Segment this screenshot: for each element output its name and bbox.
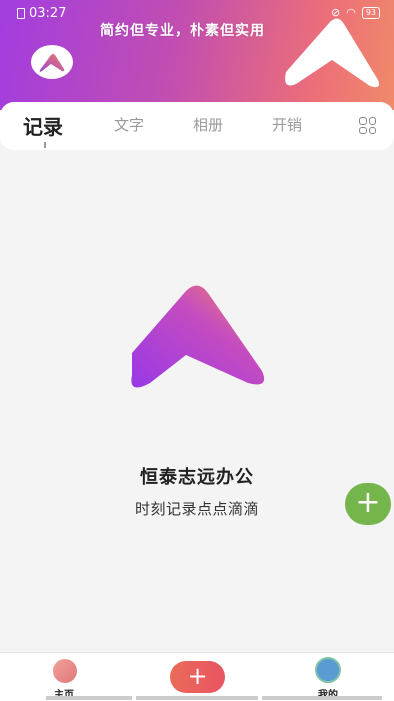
grid-menu-icon[interactable] — [359, 117, 376, 134]
sim-card-icon — [17, 8, 25, 19]
empty-state-subtitle: 时刻记录点点滴滴 — [134, 500, 259, 518]
nav-underline-me — [262, 696, 382, 700]
empty-state-title: 恒泰志远办公 — [140, 467, 254, 488]
tab-text[interactable]: 文字 — [114, 114, 144, 135]
tab-record[interactable]: 记录 — [23, 111, 63, 140]
header-slogan: 简约但专业，朴素但实用 — [100, 23, 265, 39]
floating-add-button[interactable]: + — [345, 483, 391, 525]
home-icon[interactable] — [53, 659, 77, 683]
tab-active-indicator — [44, 142, 46, 148]
header-watermark-logo-icon — [285, 18, 379, 88]
profile-icon[interactable] — [315, 657, 341, 683]
tab-bar: 记录 文字 相册 开销 — [0, 102, 394, 150]
app-header: 03:27 ⊘ ◠ 93 简约但专业，朴素但实用 — [0, 0, 394, 110]
app-logo-icon — [31, 45, 73, 79]
nav-underline-home — [46, 696, 132, 700]
status-time: 03:27 — [29, 6, 67, 21]
nav-underline-add — [136, 696, 258, 700]
nav-add-button[interactable]: + — [170, 661, 225, 693]
empty-state-logo-icon — [131, 285, 265, 388]
tab-expense[interactable]: 开销 — [272, 114, 302, 135]
tab-album[interactable]: 相册 — [193, 114, 223, 135]
bottom-navigation: 主页 + 我的 — [0, 652, 394, 701]
